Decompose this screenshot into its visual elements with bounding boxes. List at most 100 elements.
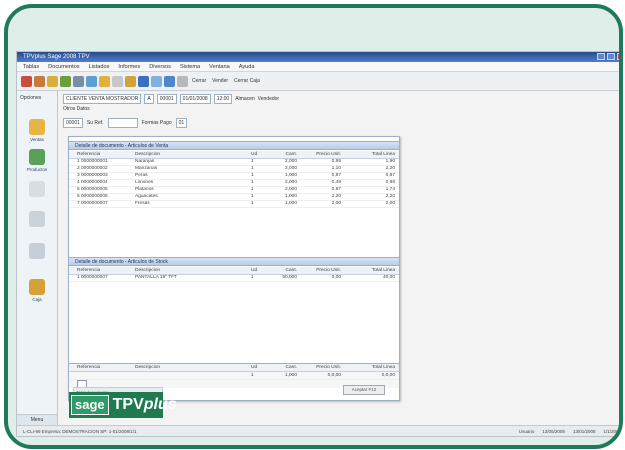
close-button[interactable]: Cerrar	[190, 78, 208, 84]
cell-line-total: 0,87	[385, 173, 395, 178]
series-field[interactable]: A	[144, 94, 154, 104]
cell-reference: 3 0000000003	[77, 173, 108, 178]
table-row[interactable]: 1 0000000007 PANTALLA 19" TFT 1 50,000 0…	[69, 274, 399, 282]
status-right: Usuario 13/05/2008 13/01/2008 1/1/2008	[518, 426, 619, 436]
user-icon[interactable]	[21, 75, 32, 87]
column-header[interactable]: Precio Unit.	[301, 151, 341, 158]
menu-item-ayuda[interactable]: Ayuda	[239, 64, 255, 70]
cell-reference: 6 0000000006	[77, 194, 108, 199]
maximize-icon[interactable]	[607, 53, 615, 60]
panel-bottom-tab[interactable]: Menu	[17, 414, 57, 425]
table-row[interactable]: 7 0000000007 Fresas 1 1,000 2,00 2,00	[69, 200, 399, 208]
date-field[interactable]: 01/01/2008	[179, 94, 211, 104]
column-header[interactable]: Descripcion	[135, 151, 239, 158]
document-icon[interactable]	[112, 75, 123, 87]
calendar-icon[interactable]	[86, 75, 97, 87]
column-header[interactable]: Ud	[251, 267, 261, 274]
document-panel: Detalle de documento - Articulos de Vent…	[68, 136, 400, 401]
cell-unit: 1	[251, 187, 254, 192]
menu-item-informes[interactable]: Informes	[118, 64, 140, 70]
number-field[interactable]: 00001	[156, 94, 177, 104]
nav-item-products[interactable]: Productos	[25, 149, 49, 177]
cell-quantity: 2,000	[284, 166, 297, 171]
payment-method-field[interactable]: 01	[175, 118, 188, 128]
refresh-icon[interactable]	[60, 75, 71, 87]
filter-icon[interactable]	[177, 75, 188, 87]
nav-item-label: Caja	[32, 297, 42, 302]
cell-line-total: 2,20	[385, 194, 395, 199]
cell-unit: 1	[251, 275, 254, 280]
column-header: Descripcion	[135, 365, 161, 370]
accept-button[interactable]: Aceptar F12	[343, 385, 385, 395]
save-icon[interactable]	[138, 75, 149, 87]
window-title: TPVplus Sage 2008 TPV	[23, 54, 90, 60]
nav-item-documents[interactable]	[25, 181, 49, 209]
column-header[interactable]: Descripcion	[135, 267, 239, 274]
cell-unit: 1	[251, 201, 254, 206]
minimize-icon[interactable]	[597, 53, 605, 60]
logo-tpv-text: TPV	[112, 396, 144, 413]
nav-item-sales[interactable]: Ventas	[25, 119, 49, 147]
cell-line-total: 0,0,00	[381, 373, 395, 378]
column-header[interactable]: Total Linea	[345, 267, 395, 274]
close-icon[interactable]	[617, 53, 619, 60]
menu-item-documentos[interactable]: Documentos	[48, 64, 79, 70]
other-data-label: Otros Datos	[63, 106, 90, 112]
column-header: Referencia	[77, 365, 101, 370]
menu-item-tablas[interactable]: Tablas	[23, 64, 39, 70]
options-panel: Opciones Ventas Productos Caja Menu	[17, 91, 58, 425]
nav-item-reports[interactable]	[25, 243, 49, 271]
toolbar: Cerrar Vender Cerrar Caja	[17, 72, 619, 91]
column-header[interactable]: Referencia	[77, 151, 131, 158]
brush-icon[interactable]	[47, 75, 58, 87]
cell-description: Manzanas	[135, 166, 158, 171]
column-header[interactable]: Ud	[251, 151, 261, 158]
column-header[interactable]: Cant.	[263, 267, 297, 274]
column-header: Precio Unit.	[316, 365, 341, 370]
cell-quantity: 2,000	[284, 187, 297, 192]
cell-unit: 1	[251, 166, 254, 171]
customer-field[interactable]: CLIENTE VENTA MOSTRADOR	[63, 94, 142, 104]
column-header[interactable]: Referencia	[77, 267, 131, 274]
search-icon[interactable]	[164, 75, 175, 87]
window-icon[interactable]	[151, 75, 162, 87]
menu-item-diversos[interactable]: Diversos	[149, 64, 171, 70]
payment-method-label: Formas Pago	[141, 120, 172, 126]
menu-item-listados[interactable]: Listados	[89, 64, 110, 70]
logo-sage: sage	[71, 395, 109, 415]
warehouse-label: Almacen	[235, 96, 255, 102]
users-icon[interactable]	[34, 75, 45, 87]
open-folder-icon[interactable]	[125, 75, 136, 87]
cell-unit-price: 2,20	[331, 194, 341, 199]
your-ref-label: Su Ref.	[86, 120, 104, 126]
sage-tpvplus-logo: sage TPVplus	[69, 392, 177, 418]
cell-reference: 1 0000000007	[77, 275, 108, 280]
cell-description: Aguacates	[135, 194, 158, 199]
entry-row[interactable]: 1 1,000 0,0,00 0,0,00	[69, 372, 399, 380]
stock-section-header: Detalle de documento - Articulos de Stoc…	[69, 257, 399, 266]
application-window: TPVplus Sage 2008 TPV Tablas Documentos …	[16, 51, 619, 437]
status-user: Usuario	[518, 429, 535, 434]
time-field[interactable]: 12:00	[213, 94, 233, 104]
frame: TPVplus Sage 2008 TPV Tablas Documentos …	[4, 4, 623, 449]
your-ref-field[interactable]	[107, 118, 138, 128]
sell-button[interactable]: Vender	[210, 78, 230, 84]
column-header[interactable]: Precio Unit.	[301, 267, 341, 274]
cell-quantity: 1,000	[284, 373, 297, 378]
doc-number-field[interactable]: 00001	[63, 118, 83, 128]
close-register-button[interactable]: Cerrar Caja	[232, 78, 262, 84]
column-header: Cant.	[285, 365, 297, 370]
notes-icon[interactable]	[99, 75, 110, 87]
cell-line-total: 1,74	[385, 187, 395, 192]
summary-header: Referencia Descripcion Ud Cant. Precio U…	[69, 364, 399, 372]
list-icon[interactable]	[73, 75, 84, 87]
menu-item-ventana[interactable]: Ventana	[209, 64, 230, 70]
nav-item-search[interactable]	[25, 211, 49, 239]
cell-line-total: 40,00	[382, 275, 395, 280]
cell-quantity: 2,000	[284, 180, 297, 185]
nav-item-register[interactable]: Caja	[25, 279, 49, 307]
menu-item-sistema[interactable]: Sistema	[180, 64, 200, 70]
column-header[interactable]: Cant.	[263, 151, 297, 158]
cell-description: Platanos	[135, 187, 154, 192]
column-header[interactable]: Total Linea	[345, 151, 395, 158]
